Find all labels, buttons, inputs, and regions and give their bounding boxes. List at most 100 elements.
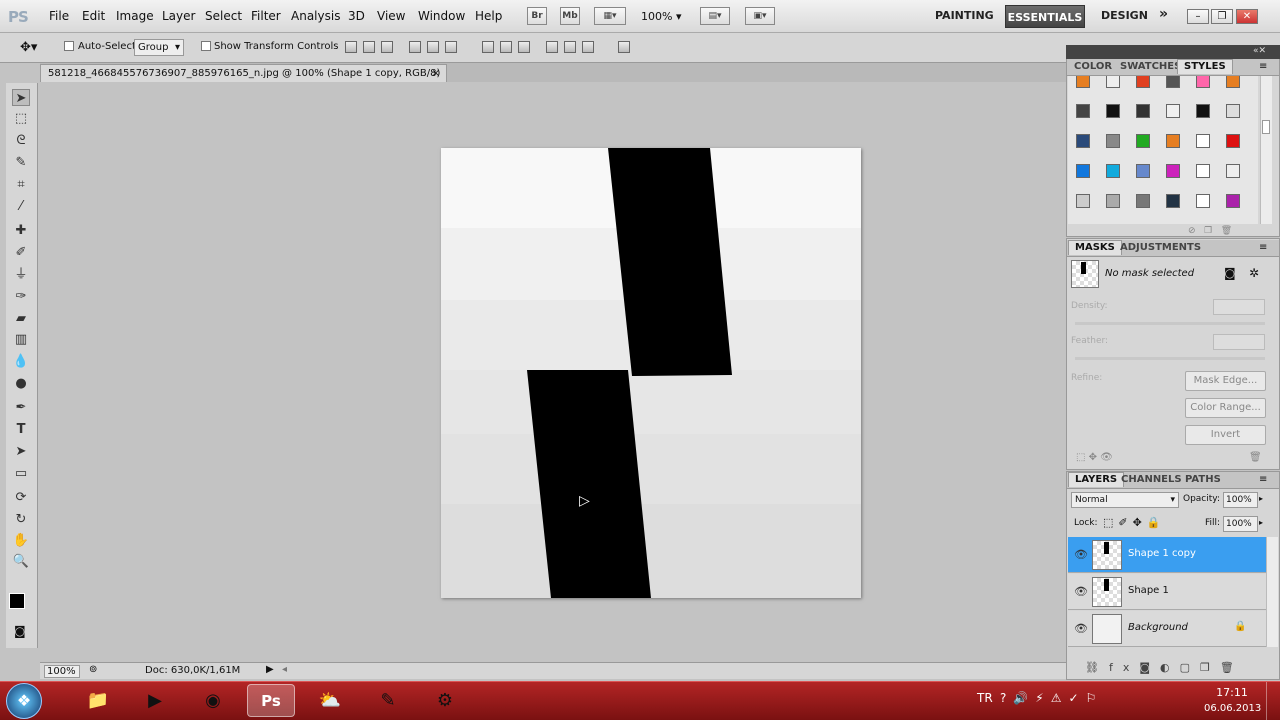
add-vector-mask-icon[interactable]: ✲ — [1249, 266, 1259, 280]
app-taskbar-icon[interactable]: ⚙ — [421, 684, 469, 717]
layer-name[interactable]: Background — [1128, 622, 1188, 633]
style-swatch[interactable] — [1196, 134, 1210, 148]
style-swatch[interactable] — [1076, 76, 1090, 88]
collapse-panels-icon[interactable]: «✕ — [1253, 46, 1266, 56]
lasso-tool-icon[interactable]: ᘓ — [12, 132, 30, 149]
quick-mask-icon[interactable]: ◙ — [14, 624, 26, 638]
rectangle-tool-icon[interactable]: ▭ — [12, 465, 30, 482]
menu-layer[interactable]: Layer — [162, 9, 195, 23]
fill-slider-arrow-icon[interactable]: ▸ — [1259, 518, 1263, 527]
style-swatch[interactable] — [1106, 104, 1120, 118]
extras-dropdown[interactable]: ▦▾ — [594, 7, 626, 25]
style-swatch[interactable] — [1196, 194, 1210, 208]
photoshop-taskbar-icon[interactable]: Ps — [247, 684, 295, 717]
style-swatch[interactable] — [1226, 104, 1240, 118]
feather-slider[interactable] — [1075, 357, 1265, 360]
menu-file[interactable]: File — [49, 9, 69, 23]
notepad-taskbar-icon[interactable]: ✎ — [364, 684, 412, 717]
opacity-slider-arrow-icon[interactable]: ▸ — [1259, 494, 1263, 503]
move-tool-preset-icon[interactable]: ✥▾ — [20, 40, 37, 55]
show-desktop-button[interactable] — [1266, 682, 1280, 720]
transform-controls-checkbox[interactable] — [201, 41, 211, 54]
distribute-top-icon[interactable] — [482, 41, 494, 53]
density-field[interactable] — [1213, 299, 1265, 315]
auto-select-dropdown[interactable]: Group ▾ — [134, 39, 184, 56]
delete-mask-icon[interactable]: 🗑 — [1249, 452, 1262, 463]
weather-taskbar-icon[interactable]: ⛅ — [306, 684, 354, 717]
bridge-button[interactable]: Br — [527, 7, 547, 25]
opacity-field[interactable]: 100% — [1223, 492, 1258, 508]
menu-filter[interactable]: Filter — [251, 9, 281, 23]
style-swatch[interactable] — [1166, 76, 1180, 88]
layer-row-background[interactable]: 👁 Background 🔒 — [1068, 611, 1266, 647]
align-hcenter-icon[interactable] — [427, 41, 439, 53]
close-document-icon[interactable]: × — [432, 65, 440, 82]
pen-tool-icon[interactable]: ✒ — [12, 399, 30, 416]
tab-styles[interactable]: STYLES — [1177, 59, 1233, 74]
eraser-tool-icon[interactable]: ▰ — [12, 310, 30, 327]
arrange-documents-dropdown[interactable]: ▤▾ — [700, 7, 730, 25]
restore-button[interactable]: ❐ — [1211, 9, 1233, 24]
style-swatch[interactable] — [1166, 194, 1180, 208]
style-swatch[interactable] — [1106, 76, 1120, 88]
healing-brush-tool-icon[interactable]: ✚ — [12, 222, 30, 239]
visibility-eye-icon[interactable]: 👁 — [1074, 622, 1088, 635]
clock-date[interactable]: 06.06.2013 — [1204, 703, 1261, 714]
style-swatch[interactable] — [1196, 76, 1210, 88]
tab-color[interactable]: COLOR — [1068, 60, 1118, 75]
density-slider[interactable] — [1075, 322, 1265, 325]
style-swatch[interactable] — [1076, 164, 1090, 178]
style-swatch[interactable] — [1226, 76, 1240, 88]
styles-panel-menu-icon[interactable]: ≡ — [1259, 61, 1267, 72]
align-bottom-icon[interactable] — [381, 41, 393, 53]
zoom-level-dropdown[interactable]: 100% ▾ — [641, 10, 681, 23]
styles-scrollbar[interactable] — [1260, 76, 1272, 224]
style-swatch[interactable] — [1196, 104, 1210, 118]
color-range-button[interactable]: Color Range... — [1185, 398, 1266, 418]
status-zoom-field[interactable]: 100% — [44, 665, 80, 678]
layer-row-shape-1-copy[interactable]: 👁 Shape 1 copy — [1068, 537, 1266, 573]
auto-align-layers-icon[interactable] — [618, 41, 630, 53]
visibility-eye-icon[interactable]: 👁 — [1074, 548, 1088, 561]
align-top-icon[interactable] — [345, 41, 357, 53]
layer-name[interactable]: Shape 1 — [1128, 585, 1169, 596]
style-swatch[interactable] — [1106, 134, 1120, 148]
menu-analysis[interactable]: Analysis — [291, 9, 340, 23]
hand-tool-icon[interactable]: ✋ — [12, 532, 30, 549]
menu-edit[interactable]: Edit — [82, 9, 105, 23]
auto-select-checkbox[interactable] — [64, 41, 74, 54]
style-swatch[interactable] — [1166, 104, 1180, 118]
language-indicator[interactable]: TR — [977, 691, 993, 705]
menu-view[interactable]: View — [377, 9, 405, 23]
style-swatch[interactable] — [1136, 194, 1150, 208]
move-tool-icon[interactable]: ➤ — [12, 89, 30, 106]
styles-footer-icons[interactable]: ⊘ ❐ 🗑 — [1188, 226, 1232, 236]
masks-panel-menu-icon[interactable]: ≡ — [1259, 242, 1267, 253]
clone-stamp-tool-icon[interactable]: ⏚ — [12, 266, 30, 283]
style-swatch[interactable] — [1076, 134, 1090, 148]
style-swatch[interactable] — [1166, 164, 1180, 178]
invert-button[interactable]: Invert — [1185, 425, 1266, 445]
style-swatch[interactable] — [1136, 164, 1150, 178]
style-swatch[interactable] — [1076, 194, 1090, 208]
crop-tool-icon[interactable]: ⌗ — [12, 176, 30, 193]
start-button[interactable]: ❖ — [6, 683, 42, 719]
explorer-taskbar-icon[interactable]: 📁 — [74, 684, 122, 717]
styles-scroll-thumb[interactable] — [1262, 120, 1270, 134]
3d-rotate-tool-icon[interactable]: ⟳ — [12, 489, 30, 506]
layers-scrollbar[interactable] — [1266, 537, 1278, 647]
style-swatch[interactable] — [1196, 164, 1210, 178]
layer-name[interactable]: Shape 1 copy — [1128, 548, 1196, 559]
style-swatch[interactable] — [1226, 164, 1240, 178]
minimize-button[interactable]: – — [1187, 9, 1209, 24]
blur-tool-icon[interactable]: 💧 — [12, 353, 30, 370]
mask-footer-icons[interactable]: ⬚ ✥ 👁 — [1076, 452, 1113, 463]
menu-help[interactable]: Help — [475, 9, 502, 23]
layers-panel-menu-icon[interactable]: ≡ — [1259, 474, 1267, 485]
distribute-right-icon[interactable] — [582, 41, 594, 53]
tab-paths[interactable]: PATHS — [1179, 473, 1227, 488]
tray-icons[interactable]: ?🔊⚡⚠✓⚐ — [1000, 691, 1103, 705]
distribute-bottom-icon[interactable] — [518, 41, 530, 53]
history-brush-tool-icon[interactable]: ✑ — [12, 288, 30, 305]
chrome-taskbar-icon[interactable]: ◉ — [189, 684, 237, 717]
